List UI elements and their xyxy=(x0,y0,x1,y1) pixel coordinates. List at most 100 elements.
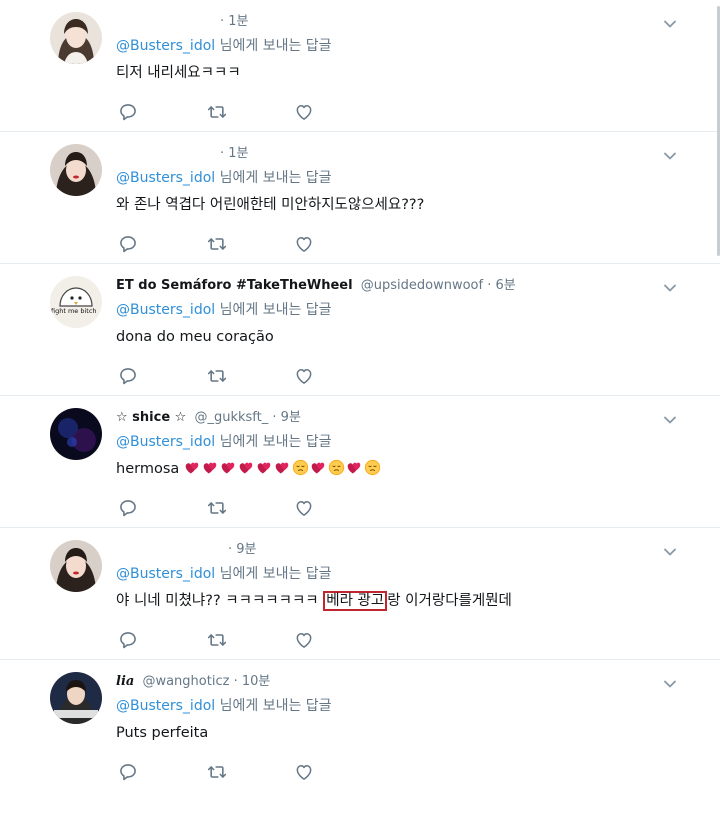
tweet[interactable]: · 1분 @Busters_idol 님에게 보내는 답글 티저 내리세요ㅋㅋㅋ xyxy=(0,0,720,132)
display-name[interactable]: ET do Semáforo #TakeTheWheel xyxy=(116,278,353,293)
tweet-header: lia @wanghoticz · 10분 xyxy=(116,672,660,692)
scrollbar[interactable] xyxy=(712,0,720,260)
retweet-button[interactable] xyxy=(206,233,294,255)
like-button[interactable] xyxy=(294,233,382,255)
tweet-actions xyxy=(118,497,382,519)
avatar[interactable] xyxy=(50,540,102,592)
handle[interactable]: @wanghoticz xyxy=(142,674,229,689)
retweet-button[interactable] xyxy=(206,497,294,519)
tweet-actions xyxy=(118,761,382,783)
retweet-button[interactable] xyxy=(206,365,294,387)
reply-label: 님에게 보내는 답글 xyxy=(219,170,332,186)
heart-icon xyxy=(294,234,314,254)
reply-context: @Busters_idol 님에게 보내는 답글 xyxy=(116,563,660,585)
retweet-button[interactable] xyxy=(206,761,294,783)
tweet-header: ☆ shice ☆ @_gukksft_ · 9분 xyxy=(116,408,660,428)
retweet-icon xyxy=(206,630,228,650)
reply-button[interactable] xyxy=(118,629,206,651)
reply-label: 님에게 보내는 답글 xyxy=(219,302,332,318)
tweet-header: · 1분 xyxy=(116,144,660,164)
reply-button[interactable] xyxy=(118,365,206,387)
two-hearts-icon xyxy=(184,459,201,476)
like-button[interactable] xyxy=(294,761,382,783)
display-name[interactable]: lia xyxy=(116,674,134,689)
tweet-text: hermosa xyxy=(116,459,660,479)
tweet[interactable]: fight me bitch ET do Semáforo #TakeTheWh… xyxy=(0,264,720,396)
avatar[interactable] xyxy=(50,144,102,196)
reply-label: 님에게 보내는 답글 xyxy=(219,698,332,714)
chevron-down-icon[interactable] xyxy=(662,148,678,164)
tweet-actions xyxy=(118,101,382,123)
tweet[interactable]: lia @wanghoticz · 10분 @Busters_idol 님에게 … xyxy=(0,660,720,820)
retweet-button[interactable] xyxy=(206,101,294,123)
reply-context: @Busters_idol 님에게 보내는 답글 xyxy=(116,35,660,57)
tweet-text-body: hermosa xyxy=(116,461,180,477)
heart-icon xyxy=(294,366,314,386)
reply-context: @Busters_idol 님에게 보내는 답글 xyxy=(116,299,660,321)
tweet[interactable]: ☆ shice ☆ @_gukksft_ · 9분 @Busters_idol … xyxy=(0,396,720,528)
two-hearts-icon xyxy=(256,459,273,476)
like-button[interactable] xyxy=(294,497,382,519)
reply-icon xyxy=(118,762,138,782)
heart-icon xyxy=(294,102,314,122)
two-hearts-icon xyxy=(346,459,363,476)
reply-button[interactable] xyxy=(118,101,206,123)
reply-button[interactable] xyxy=(118,761,206,783)
emoji-sequence xyxy=(184,461,382,477)
reply-context: @Busters_idol 님에게 보내는 답글 xyxy=(116,431,660,453)
handle[interactable]: @upsidedownwoof xyxy=(361,278,483,293)
pensive-face-icon xyxy=(292,459,309,476)
mention-link[interactable]: @Busters_idol xyxy=(116,698,215,714)
timestamp[interactable]: · 1분 xyxy=(220,14,249,29)
avatar-caption: fight me bitch xyxy=(51,307,97,315)
retweet-button[interactable] xyxy=(206,629,294,651)
mention-link[interactable]: @Busters_idol xyxy=(116,302,215,318)
timestamp[interactable]: · 10분 xyxy=(234,674,271,689)
tweet-text: 와 존나 역겹다 어린애한테 미안하지도않으세요??? xyxy=(116,197,425,213)
display-name[interactable]: ☆ shice ☆ xyxy=(116,410,186,425)
reply-icon xyxy=(118,234,138,254)
reply-button[interactable] xyxy=(118,497,206,519)
like-button[interactable] xyxy=(294,629,382,651)
handle[interactable]: @_gukksft_ xyxy=(194,410,268,425)
tweet[interactable]: · 9분 @Busters_idol 님에게 보내는 답글 야 니네 미쳤냐??… xyxy=(0,528,720,660)
like-button[interactable] xyxy=(294,365,382,387)
mention-link[interactable]: @Busters_idol xyxy=(116,38,215,54)
timestamp[interactable]: · 9분 xyxy=(228,542,257,557)
timestamp[interactable]: · 1분 xyxy=(220,146,249,161)
mention-link[interactable]: @Busters_idol xyxy=(116,170,215,186)
avatar[interactable]: fight me bitch xyxy=(50,276,102,328)
chevron-down-icon[interactable] xyxy=(662,16,678,32)
avatar[interactable] xyxy=(50,408,102,460)
like-button[interactable] xyxy=(294,101,382,123)
mention-link[interactable]: @Busters_idol xyxy=(116,566,215,582)
two-hearts-icon xyxy=(220,459,237,476)
reply-feed: · 1분 @Busters_idol 님에게 보내는 답글 티저 내리세요ㅋㅋㅋ xyxy=(0,0,720,820)
heart-icon xyxy=(294,762,314,782)
tweet-actions xyxy=(118,233,382,255)
reply-icon xyxy=(118,366,138,386)
chevron-down-icon[interactable] xyxy=(662,412,678,428)
tweet[interactable]: · 1분 @Busters_idol 님에게 보내는 답글 와 존나 역겹다 어… xyxy=(0,132,720,264)
chevron-down-icon[interactable] xyxy=(662,544,678,560)
retweet-icon xyxy=(206,762,228,782)
retweet-icon xyxy=(206,366,228,386)
tweet-actions xyxy=(118,629,382,651)
tweet-text: Puts perfeita xyxy=(116,725,209,741)
highlighted-text: 베라 광고 xyxy=(323,591,388,611)
reply-button[interactable] xyxy=(118,233,206,255)
two-hearts-icon xyxy=(274,459,291,476)
mention-link[interactable]: @Busters_idol xyxy=(116,434,215,450)
two-hearts-icon xyxy=(202,459,219,476)
avatar[interactable] xyxy=(50,12,102,64)
avatar[interactable] xyxy=(50,672,102,724)
reply-context: @Busters_idol 님에게 보내는 답글 xyxy=(116,695,660,717)
retweet-icon xyxy=(206,498,228,518)
timestamp[interactable]: · 6분 xyxy=(487,278,516,293)
reply-context: @Busters_idol 님에게 보내는 답글 xyxy=(116,167,660,189)
chevron-down-icon[interactable] xyxy=(662,676,678,692)
timestamp[interactable]: · 9분 xyxy=(272,410,301,425)
chevron-down-icon[interactable] xyxy=(662,280,678,296)
tweet-header: · 9분 xyxy=(116,540,660,560)
tweet-text: 티저 내리세요ㅋㅋㅋ xyxy=(116,65,241,81)
